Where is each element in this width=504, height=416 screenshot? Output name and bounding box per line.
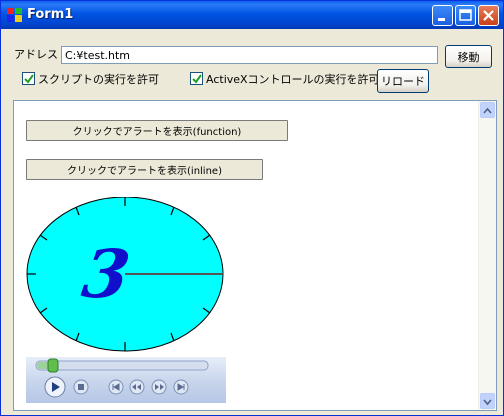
app-icon: [7, 8, 22, 22]
next-button[interactable]: [173, 379, 189, 395]
scroll-up-button[interactable]: [480, 102, 495, 118]
go-button[interactable]: 移動: [445, 45, 492, 68]
alert-function-button[interactable]: クリックでアラートを表示(function): [26, 120, 288, 141]
go-button-label: 移動: [457, 50, 480, 64]
alert-function-button-label: クリックでアラートを表示(function): [72, 127, 242, 138]
check-icon: [24, 74, 34, 84]
maximize-icon: [459, 9, 472, 21]
fast-forward-button[interactable]: [151, 379, 167, 395]
scroll-down-button[interactable]: [480, 393, 495, 409]
alert-inline-button-label: クリックでアラートを表示(inline): [67, 166, 222, 177]
arrow-down-icon: [483, 399, 492, 406]
address-input[interactable]: [61, 46, 438, 64]
window-title: Form1: [27, 7, 74, 22]
title-bar[interactable]: Form1: [1, 1, 503, 29]
media-player-control[interactable]: [26, 357, 226, 403]
address-label: アドレス: [14, 48, 58, 61]
media-player-chrome: [35, 358, 209, 398]
reload-button[interactable]: リロード: [377, 69, 429, 93]
main-window: Form1 アドレス 移動 スクリプトの実行を許可 ActiveXコントロールの…: [0, 0, 504, 416]
maximize-button[interactable]: [455, 5, 476, 26]
check-icon: [192, 74, 202, 84]
alert-inline-button[interactable]: クリックでアラートを表示(inline): [26, 159, 263, 180]
play-button[interactable]: [44, 376, 66, 398]
close-button[interactable]: [478, 5, 499, 26]
stop-button[interactable]: [73, 379, 89, 395]
form-client-area: アドレス 移動 スクリプトの実行を許可 ActiveXコントロールの実行を許可 …: [4, 30, 500, 412]
script-checkbox[interactable]: [22, 72, 35, 85]
arrow-up-icon: [483, 107, 492, 114]
close-icon: [483, 10, 494, 21]
seek-thumb[interactable]: [47, 358, 59, 373]
minimize-icon: [438, 18, 445, 21]
web-browser-control[interactable]: クリックでアラートを表示(function) クリックでアラートを表示(inli…: [13, 100, 497, 411]
rewind-button[interactable]: [129, 379, 145, 395]
vertical-scrollbar[interactable]: [478, 101, 496, 410]
activex-checkbox-label: ActiveXコントロールの実行を許可: [206, 73, 380, 86]
reload-button-label: リロード: [381, 75, 425, 88]
stop-icon: [78, 384, 84, 390]
clock-face: 3: [26, 196, 224, 352]
minimize-button[interactable]: [432, 5, 453, 26]
previous-button[interactable]: [108, 379, 124, 395]
script-checkbox-label: スクリプトの実行を許可: [38, 73, 159, 86]
activex-checkbox[interactable]: [190, 72, 203, 85]
